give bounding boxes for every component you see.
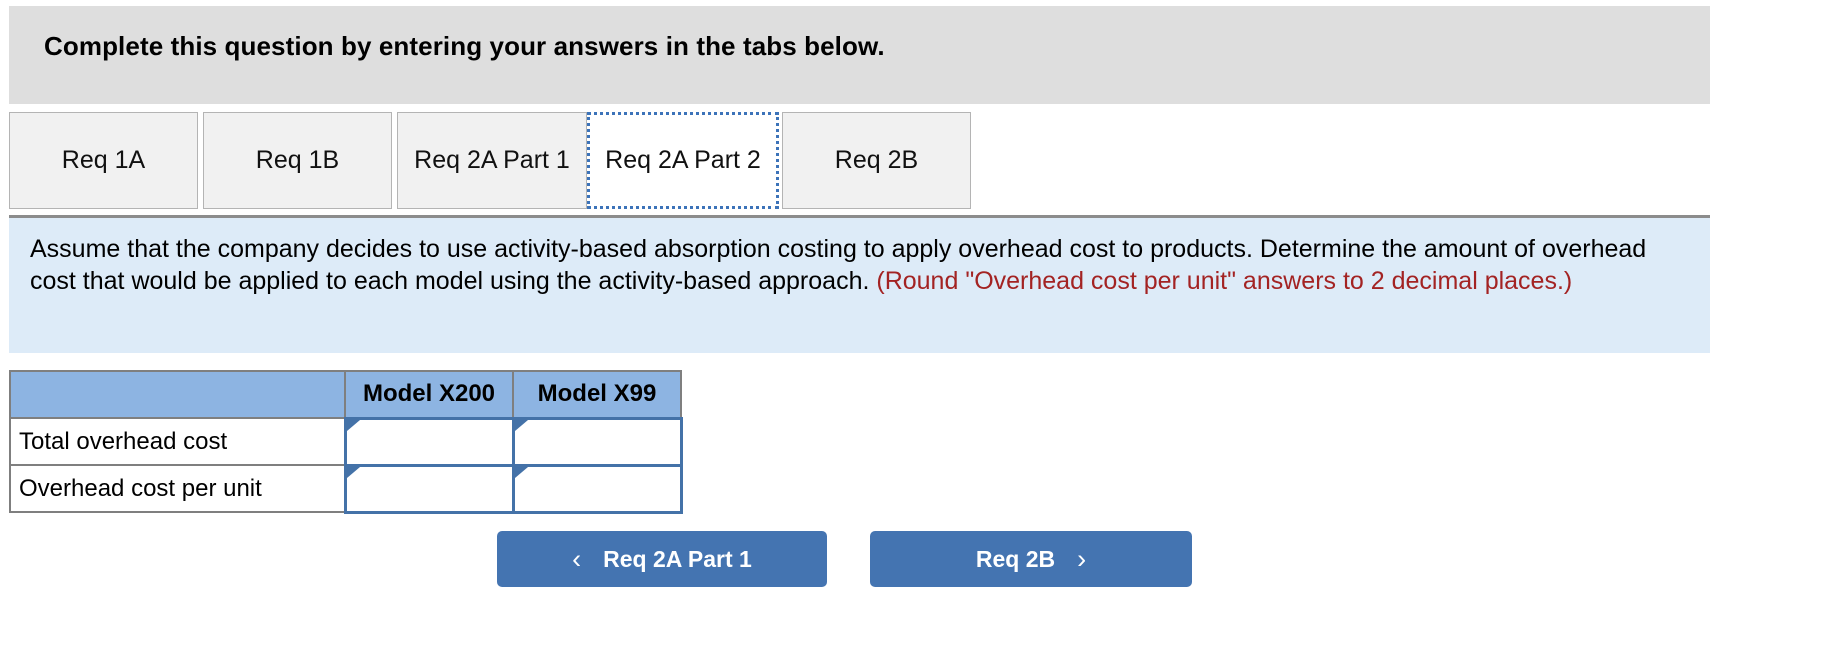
cell-marker-icon <box>514 466 528 478</box>
row-label: Total overhead cost <box>9 417 346 466</box>
table-row: Overhead cost per unit <box>9 463 683 514</box>
tab-req-2a-part-1[interactable]: Req 2A Part 1 <box>397 112 587 209</box>
table-header-model-x200: Model X200 <box>344 370 514 419</box>
tab-req-2a-part-2[interactable]: Req 2A Part 2 <box>587 112 779 209</box>
answer-input-cell[interactable] <box>511 463 683 514</box>
next-requirement-button[interactable]: Req 2B › <box>870 531 1192 587</box>
question-banner: Complete this question by entering your … <box>9 6 1710 104</box>
prev-requirement-button[interactable]: ‹ Req 2A Part 1 <box>497 531 827 587</box>
tab-label: Req 1A <box>61 146 146 174</box>
tab-req-2b[interactable]: Req 2B <box>782 112 971 209</box>
table-header-model-x99: Model X99 <box>512 370 682 419</box>
next-button-label: Req 2B <box>975 545 1056 572</box>
instruction-text: Assume that the company decides to use a… <box>30 233 1690 297</box>
answer-input-cell[interactable] <box>343 463 515 514</box>
tab-req-1b[interactable]: Req 1B <box>203 112 392 209</box>
cell-marker-icon <box>514 419 528 431</box>
answer-table: Model X200 Model X99 Total overhead cost… <box>9 370 683 514</box>
tab-label: Req 2B <box>834 146 919 174</box>
instruction-panel: Assume that the company decides to use a… <box>9 215 1710 353</box>
tab-req-1a[interactable]: Req 1A <box>9 112 198 209</box>
tab-label: Req 2A Part 2 <box>605 146 761 174</box>
banner-instruction-text: Complete this question by entering your … <box>44 31 885 61</box>
prev-button-label: Req 2A Part 1 <box>603 545 752 572</box>
answer-input-cell[interactable] <box>343 416 515 467</box>
chevron-right-icon: › <box>1077 543 1087 574</box>
tab-label: Req 2A Part 1 <box>414 146 570 174</box>
table-header-blank <box>9 370 346 419</box>
instruction-rounding-note: (Round "Overhead cost per unit" answers … <box>876 267 1573 295</box>
row-label: Overhead cost per unit <box>9 464 346 513</box>
requirement-tab-strip: Req 1A Req 1B Req 2A Part 1 Req 2A Part 2 Re… <box>9 112 1710 212</box>
answer-input-cell[interactable] <box>511 416 683 467</box>
tab-label: Req 1B <box>255 146 340 174</box>
chevron-left-icon: ‹ <box>572 543 582 574</box>
table-header-row: Model X200 Model X99 <box>9 370 682 419</box>
table-row: Total overhead cost <box>9 416 683 467</box>
cell-marker-icon <box>346 419 360 431</box>
cell-marker-icon <box>346 466 360 478</box>
